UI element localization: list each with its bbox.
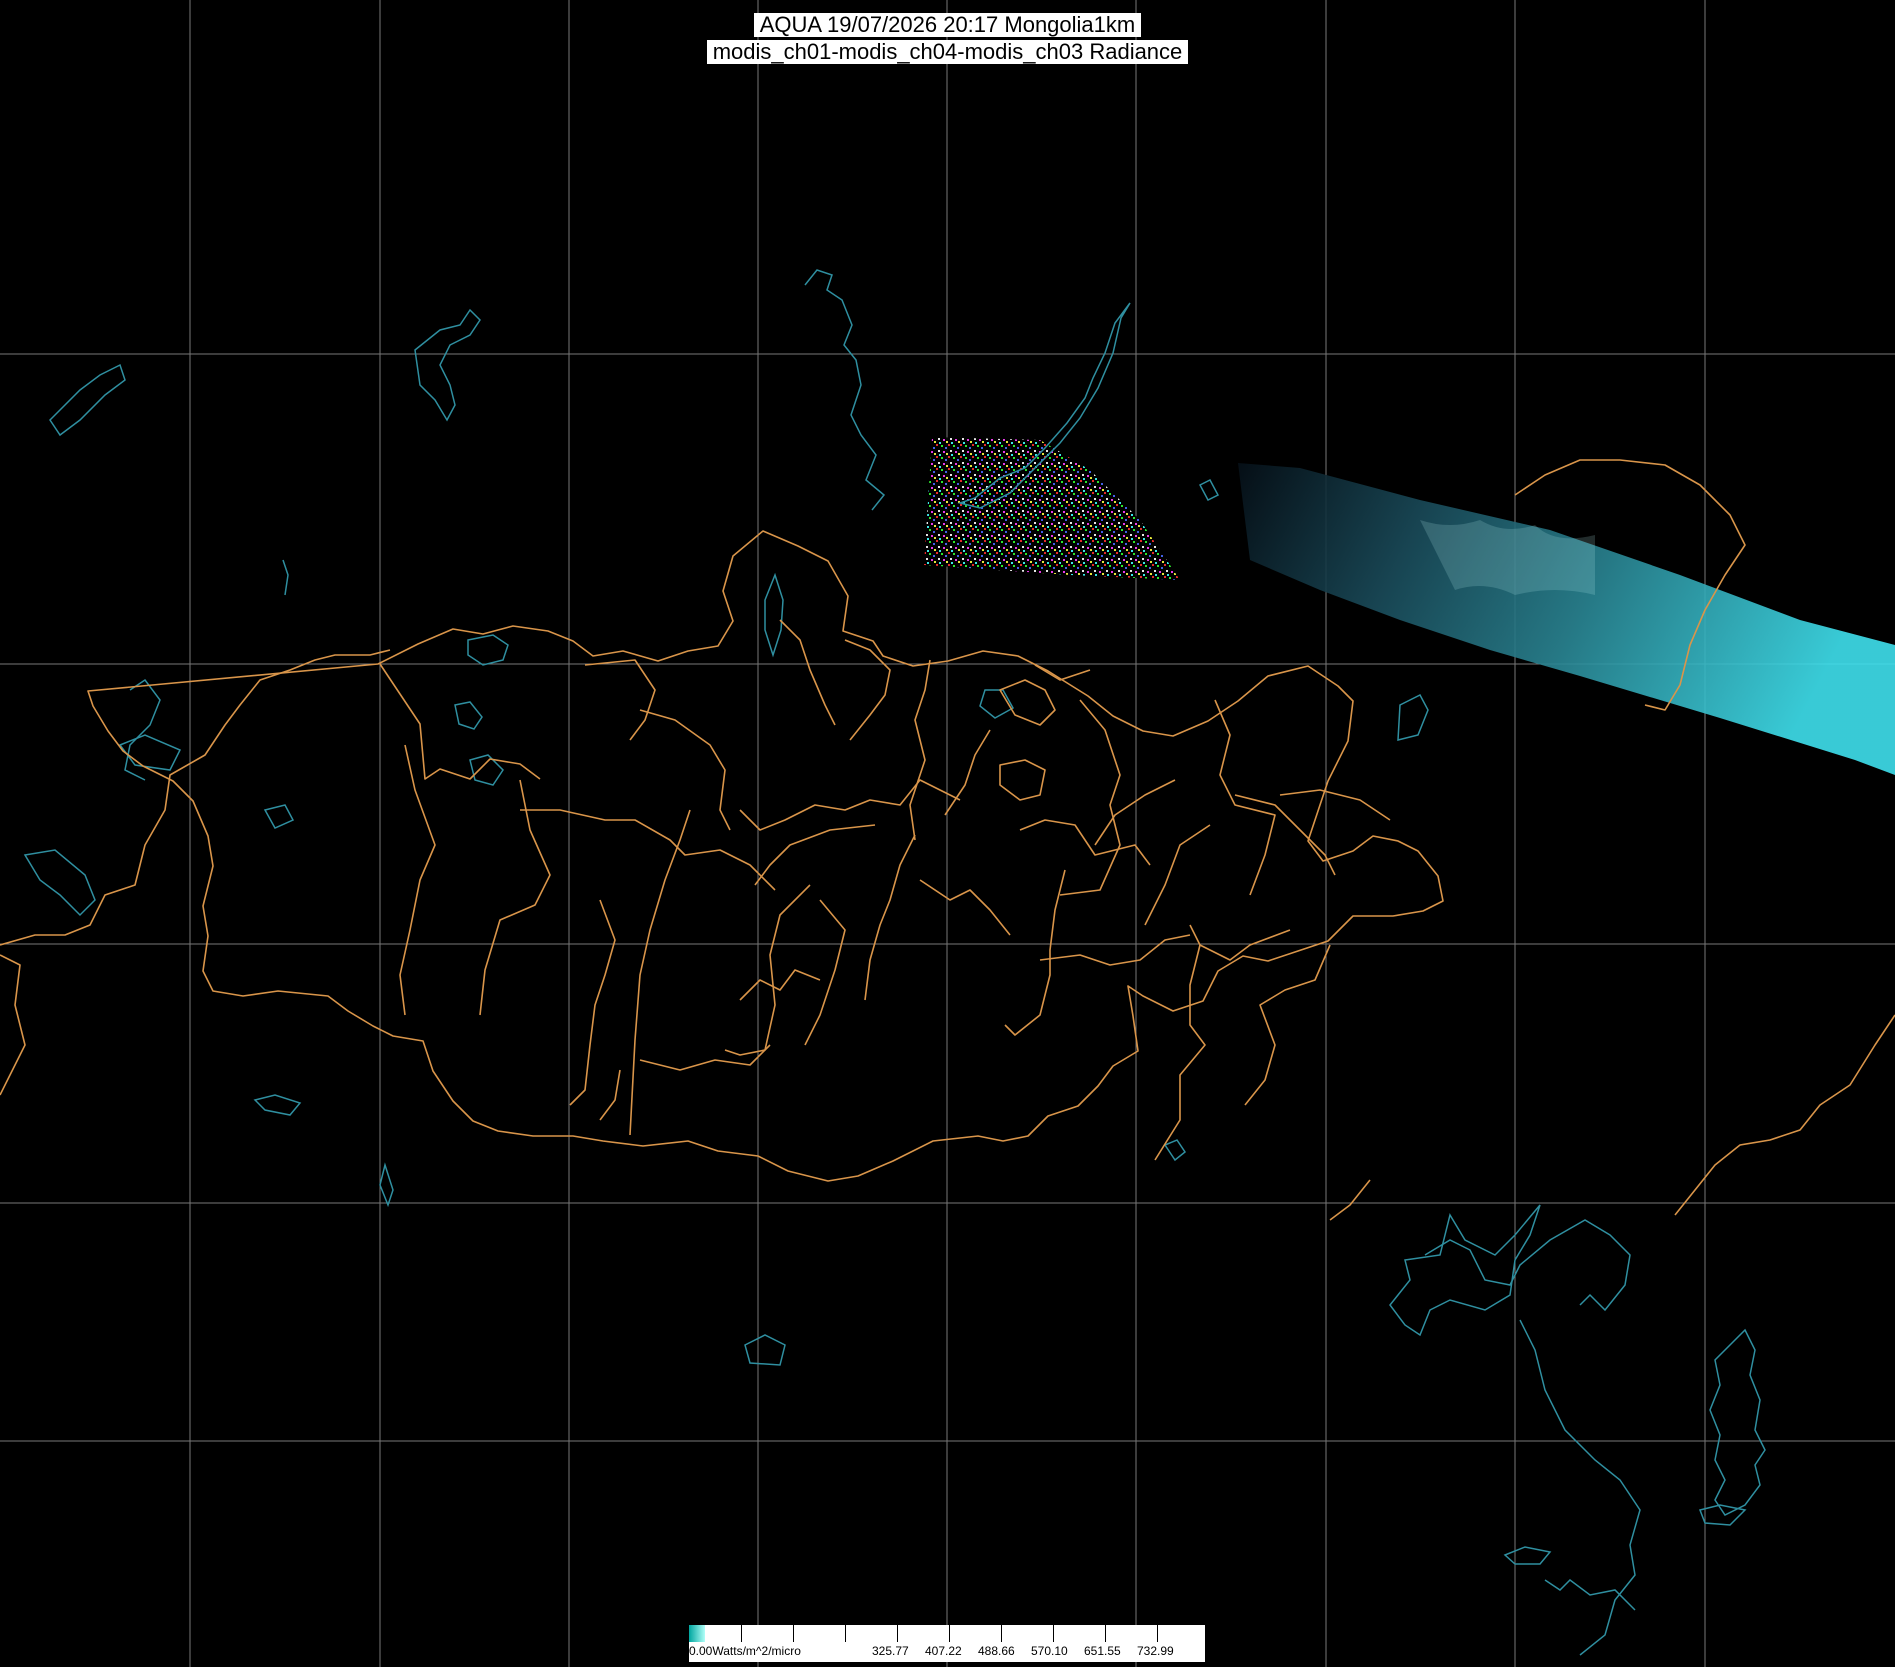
kazakhstan-border bbox=[0, 649, 391, 946]
lake-zaysan bbox=[263, 804, 295, 829]
reservoir-far-west bbox=[49, 363, 126, 437]
aimag-line-23 bbox=[1094, 779, 1176, 846]
color-scale-tick bbox=[793, 1625, 794, 1642]
aimag-line-22 bbox=[1144, 824, 1211, 926]
aimag-line-4 bbox=[520, 809, 776, 891]
aimag-line-6 bbox=[639, 709, 731, 831]
aimag-line-27 bbox=[1154, 944, 1206, 1161]
satellite-swath bbox=[1238, 463, 1895, 775]
aimag-line-35 bbox=[739, 969, 821, 1001]
river-yenisei bbox=[804, 269, 886, 511]
aimag-line-8 bbox=[739, 779, 961, 831]
aimag-line-20 bbox=[1039, 934, 1191, 966]
color-scale-unit: 0.00Watts/m^2/micro bbox=[689, 1644, 801, 1658]
lake-qinghai bbox=[744, 1334, 786, 1366]
aimag-line-7 bbox=[629, 809, 691, 1136]
aimag-line-32 bbox=[569, 899, 616, 1106]
aimag-line-1 bbox=[379, 663, 541, 780]
china-inner-border bbox=[1329, 1179, 1371, 1221]
lake-kulun-north bbox=[1198, 479, 1220, 501]
lake-west-desert bbox=[1503, 1546, 1552, 1565]
lake-khar-us bbox=[454, 701, 483, 730]
shandong-peninsula bbox=[1698, 1504, 1747, 1526]
aimag-line-16 bbox=[919, 879, 1011, 936]
aimag-line-33 bbox=[639, 1044, 771, 1071]
color-scale-tick bbox=[741, 1625, 742, 1642]
water-bodies bbox=[23, 269, 1766, 1656]
color-scale-tick-label: 732.99 bbox=[1137, 1644, 1174, 1658]
color-scale-tick-label: 325.77 bbox=[872, 1644, 909, 1658]
aimag-line-14 bbox=[804, 899, 846, 1046]
aimag-line-9 bbox=[779, 619, 836, 726]
lake-alakol bbox=[23, 849, 96, 917]
lake-bosten bbox=[253, 1094, 302, 1116]
color-scale-tick bbox=[1105, 1625, 1106, 1642]
color-scale-legend: 0.00Watts/m^2/micro 325.77 407.22 488.66… bbox=[689, 1625, 1205, 1667]
aimag-line-11 bbox=[909, 659, 931, 841]
noisy-data-patch bbox=[924, 437, 1180, 580]
bohai-coast bbox=[1424, 1219, 1631, 1312]
satellite-map bbox=[0, 0, 1895, 1667]
color-scale-bar bbox=[689, 1625, 1205, 1643]
aimag-line-29 bbox=[999, 679, 1056, 726]
color-scale-tick bbox=[1053, 1625, 1054, 1642]
aimag-line-30 bbox=[944, 729, 991, 816]
aimag-line-5 bbox=[584, 659, 656, 741]
color-scale-tick bbox=[949, 1625, 950, 1642]
aimag-line-28 bbox=[1244, 944, 1331, 1106]
aimag-line-18 bbox=[1019, 819, 1151, 866]
aimag-line-13 bbox=[754, 824, 876, 886]
lake-small-west bbox=[379, 1162, 394, 1208]
color-scale-gradient bbox=[689, 1625, 705, 1642]
lake-khyargas bbox=[469, 754, 504, 786]
lake-central-south bbox=[1163, 1139, 1187, 1162]
reservoir-west bbox=[414, 308, 481, 422]
china-east-coast bbox=[1519, 1319, 1641, 1656]
color-scale-tick bbox=[845, 1625, 846, 1642]
graticule-grid bbox=[0, 0, 1895, 1667]
aimag-line-2 bbox=[399, 744, 436, 1016]
color-scale-tick bbox=[897, 1625, 898, 1642]
korea-west-coast bbox=[1709, 1328, 1766, 1516]
aimag-line-12 bbox=[724, 884, 811, 1056]
lake-hulun bbox=[1397, 694, 1429, 741]
lake-khovsgol bbox=[764, 572, 784, 658]
color-scale-tick-label: 488.66 bbox=[978, 1644, 1015, 1658]
aimag-line-15 bbox=[864, 834, 916, 1001]
aimag-line-34 bbox=[599, 1069, 621, 1121]
color-scale-tick-label: 651.55 bbox=[1084, 1644, 1121, 1658]
color-scale-tick bbox=[1001, 1625, 1002, 1642]
aimag-line-17 bbox=[1059, 699, 1121, 896]
kazakhstan-south-border bbox=[0, 954, 26, 1096]
river-west-small bbox=[282, 559, 289, 596]
china-korea-border bbox=[1674, 1014, 1895, 1216]
yellow-river bbox=[1544, 1579, 1636, 1611]
color-scale-tick-label: 407.22 bbox=[925, 1644, 962, 1658]
aimag-ulaanbaatar bbox=[999, 759, 1046, 801]
aimag-line-25 bbox=[1189, 924, 1291, 961]
lake-uvs bbox=[467, 634, 509, 666]
color-scale-tick-label: 570.10 bbox=[1031, 1644, 1068, 1658]
color-scale-tick bbox=[1157, 1625, 1158, 1642]
aimag-line-31 bbox=[1034, 664, 1091, 681]
aimag-line-26 bbox=[1279, 789, 1391, 821]
color-scale-labels: 0.00Watts/m^2/micro 325.77 407.22 488.66… bbox=[689, 1642, 1205, 1662]
aimag-line-19 bbox=[1004, 869, 1066, 1036]
aimag-line-3 bbox=[479, 779, 551, 1016]
